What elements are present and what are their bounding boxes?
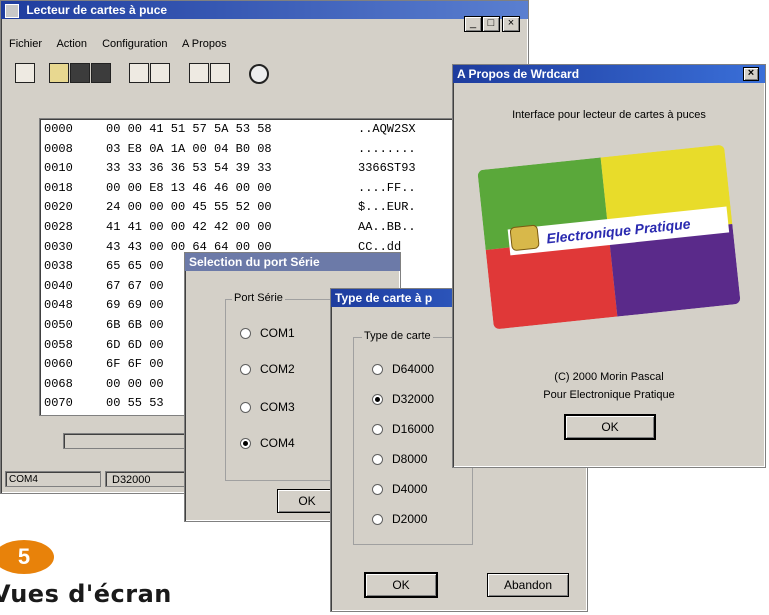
about-ok-button[interactable]: OK (564, 414, 656, 440)
hex-row: 0020 24 00 00 00 45 55 52 00 $...EUR. (44, 200, 416, 215)
radio-icon (372, 424, 383, 436)
card-option-d32000[interactable]: D32000 (372, 392, 434, 406)
hex-address: 0018 (44, 180, 73, 195)
hex-address: 0068 (44, 376, 73, 391)
menu-fichier[interactable]: Fichier (9, 38, 42, 50)
card-dialog-title: Type de carte à p (335, 291, 433, 305)
radio-icon (372, 514, 383, 526)
figure-number-badge: 5 (0, 540, 54, 574)
close-button[interactable]: × (502, 16, 520, 32)
port-group-label: Port Série (232, 292, 285, 304)
port-option-com4[interactable]: COM4 (240, 436, 295, 450)
port-option-com2[interactable]: COM2 (240, 362, 295, 376)
port-dialog-title: Selection du port Série (189, 255, 320, 269)
about-titlebar[interactable]: A Propos de Wrdcard × (453, 65, 765, 83)
port-option-com3[interactable]: COM3 (240, 400, 295, 414)
save-as-icon[interactable] (91, 63, 111, 83)
about-icon[interactable] (249, 64, 269, 84)
card-option-d4000[interactable]: D4000 (372, 482, 427, 496)
config-card-icon[interactable] (210, 63, 230, 83)
smart-card-image: Electronique Pratique (477, 144, 741, 330)
hex-address: 0060 (44, 357, 73, 372)
radio-selected-icon (240, 438, 251, 450)
hex-ascii: ........ (358, 141, 416, 156)
radio-icon (372, 364, 383, 376)
hex-row: 0018 00 00 E8 13 46 46 00 00 ....FF.. (44, 181, 416, 196)
port-group: Port Série COM1 COM2 COM3 COM4 (225, 292, 347, 481)
caption-text: Vues d'écran (0, 580, 172, 608)
hex-address: 0040 (44, 278, 73, 293)
hex-ascii: ..AQW2SX (358, 122, 416, 136)
about-close-button[interactable]: × (743, 67, 759, 81)
hex-bytes: 33 33 36 36 53 54 39 33 (106, 161, 272, 176)
radio-icon (240, 402, 251, 414)
hex-bytes: 00 00 41 51 57 5A 53 58 (106, 122, 272, 136)
hex-ascii: 3366ST93 (358, 161, 416, 176)
read-card-icon[interactable] (129, 63, 149, 83)
about-title: A Propos de Wrdcard (457, 67, 580, 81)
hex-address: 0030 (44, 239, 73, 254)
hex-address: 0070 (44, 396, 73, 411)
card-option-d2000[interactable]: D2000 (372, 512, 427, 526)
app-icon (5, 3, 19, 18)
status-port: COM4 (5, 471, 101, 487)
card-cancel-button[interactable]: Abandon (487, 573, 569, 597)
menu-bar: Fichier Action Configuration A Propos (9, 38, 227, 50)
main-titlebar[interactable]: Lecteur de cartes à puce (1, 1, 528, 19)
hex-address: 0048 (44, 298, 73, 313)
hex-address: 0020 (44, 200, 73, 215)
hex-bytes: 24 00 00 00 45 55 52 00 (106, 200, 272, 215)
hex-address: 0000 (44, 122, 73, 136)
hex-bytes: 00 00 E8 13 46 46 00 00 (106, 180, 272, 195)
radio-icon (240, 364, 251, 376)
card-group-label: Type de carte (362, 330, 433, 342)
save-icon[interactable] (70, 63, 90, 83)
hex-bytes: 41 41 00 00 42 42 00 00 (106, 220, 272, 234)
radio-icon (372, 484, 383, 496)
port-option-com1[interactable]: COM1 (240, 326, 295, 340)
about-publisher: Pour Electronique Pratique (543, 389, 675, 401)
main-window-title: Lecteur de cartes à puce (26, 3, 168, 17)
new-file-icon[interactable] (15, 63, 35, 83)
hex-row: 0000 00 00 41 51 57 5A 53 58 ..AQW2SX (44, 122, 416, 137)
hex-row: 0008 03 E8 0A 1A 00 04 B0 08........ (44, 142, 416, 157)
about-heading: Interface pour lecteur de cartes à puces (512, 109, 706, 121)
hex-address: 0010 (44, 161, 73, 176)
maximize-button[interactable]: □ (482, 16, 500, 32)
menu-action[interactable]: Action (56, 38, 87, 50)
card-option-d16000[interactable]: D16000 (372, 422, 434, 436)
radio-selected-icon (372, 394, 383, 406)
hex-ascii: ....FF.. (358, 180, 416, 195)
hex-row: 0028 41 41 00 00 42 42 00 00 AA..BB.. (44, 220, 416, 235)
about-dialog: A Propos de Wrdcard × Interface pour lec… (452, 64, 766, 468)
hex-address: 0050 (44, 318, 73, 332)
chip-icon (509, 224, 540, 252)
card-ok-button[interactable]: OK (364, 572, 438, 598)
hex-address: 0028 (44, 220, 73, 234)
radio-icon (372, 454, 383, 466)
hex-address: 0058 (44, 337, 73, 352)
radio-icon (240, 328, 251, 340)
window-controls: _ □ × (464, 15, 520, 32)
menu-configuration[interactable]: Configuration (102, 38, 167, 50)
hex-ascii: $...EUR. (358, 200, 416, 215)
menu-apropos[interactable]: A Propos (182, 38, 227, 50)
port-dialog-titlebar[interactable]: Selection du port Série (185, 253, 400, 271)
toolbar (1, 59, 461, 89)
hex-address: 0008 (44, 141, 73, 156)
hex-address: 0038 (44, 259, 73, 274)
card-option-d8000[interactable]: D8000 (372, 452, 427, 466)
config-port-icon[interactable] (189, 63, 209, 83)
hex-bytes: 03 E8 0A 1A 00 04 B0 08 (106, 141, 272, 156)
about-copyright: (C) 2000 Morin Pascal (554, 371, 664, 383)
hex-row: 0010 33 33 36 36 53 54 39 33 3366ST93 (44, 161, 416, 176)
open-folder-icon[interactable] (49, 63, 69, 83)
port-ok-button[interactable]: OK (277, 489, 337, 513)
hex-ascii: AA..BB.. (358, 220, 416, 234)
minimize-button[interactable]: _ (464, 16, 482, 32)
card-option-d64000[interactable]: D64000 (372, 362, 434, 376)
write-card-icon[interactable] (150, 63, 170, 83)
